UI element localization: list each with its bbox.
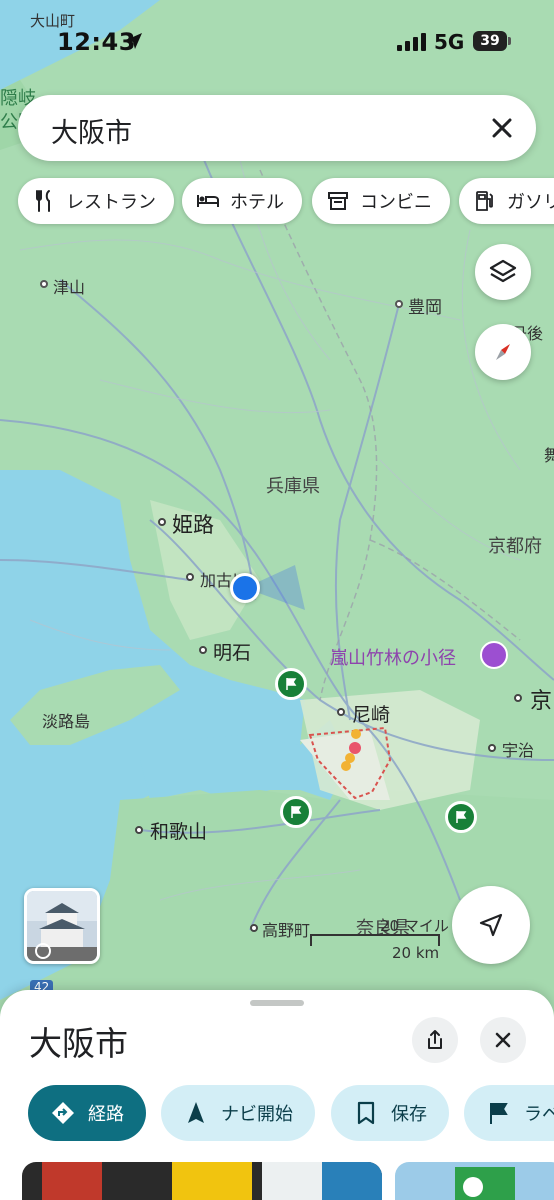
street-view-thumbnail[interactable] <box>24 888 100 964</box>
share-icon <box>428 1030 442 1049</box>
start-navigation-button[interactable]: ナビ開始 <box>161 1085 315 1141</box>
map-label-awaji: 淡路島 <box>42 712 91 731</box>
map-dot-amagasaki <box>337 708 345 716</box>
navigation-arrow-icon <box>188 1102 204 1123</box>
layers-button[interactable] <box>475 244 531 300</box>
chip-label: ホテル <box>230 192 284 213</box>
place-pin[interactable] <box>275 668 307 700</box>
map-dot-tsuyama <box>40 280 48 288</box>
save-label: 保存 <box>391 1104 427 1125</box>
map-label-kyoto-pref: 京都府 <box>488 536 542 557</box>
flag-icon <box>456 811 467 823</box>
chip-gas[interactable]: ガソリ <box>459 178 554 224</box>
category-chips: レストラン ホテル コンビニ ガソリ <box>0 178 554 226</box>
chip-hotel[interactable]: ホテル <box>182 178 302 224</box>
navigation-arrow-icon <box>479 913 503 937</box>
poi-icon[interactable] <box>480 641 508 669</box>
map-scale: 20 マイル 20 km <box>310 915 449 962</box>
flag-icon <box>490 1103 508 1124</box>
place-photo[interactable] <box>22 1162 382 1200</box>
place-sheet: 大阪市 経路 ナビ開始 保存 ラベ <box>0 990 554 1200</box>
map-label-akashi: 明石 <box>213 642 252 664</box>
map-dot-himeji <box>158 518 166 526</box>
place-pin[interactable] <box>280 796 312 828</box>
map-label-kyoto: 京 <box>530 689 553 714</box>
location-services-icon <box>126 33 142 49</box>
save-button[interactable]: 保存 <box>331 1085 449 1141</box>
search-bar[interactable]: 大阪市 <box>18 95 536 161</box>
map-dot-uji <box>488 744 496 752</box>
place-title: 大阪市 <box>29 1024 128 1063</box>
network-type: 5G <box>434 30 465 54</box>
label-button[interactable]: ラベ <box>464 1085 554 1141</box>
map-label-uji: 宇治 <box>502 741 535 760</box>
map-label-koya: 高野町 <box>262 921 311 940</box>
directions-icon <box>52 1102 74 1124</box>
chip-label: コンビニ <box>360 192 432 213</box>
search-query[interactable]: 大阪市 <box>51 111 132 150</box>
map-label-wakayama: 和歌山 <box>150 821 208 843</box>
compass-button[interactable] <box>475 324 531 380</box>
close-sheet-button[interactable] <box>480 1017 526 1063</box>
street-photo <box>395 1162 554 1200</box>
store-icon <box>328 192 348 210</box>
chip-label: レストラン <box>66 192 156 213</box>
close-icon[interactable] <box>488 114 516 142</box>
status-bar: 12:43 5G 39 <box>0 0 554 70</box>
map-dot-toyooka <box>395 300 403 308</box>
map-dot-koya <box>250 924 258 932</box>
map-dot-kakogawa <box>186 573 194 581</box>
map-label-hyogo: 兵庫県 <box>266 476 320 497</box>
place-pin[interactable] <box>445 801 477 833</box>
layers-icon <box>489 259 517 283</box>
battery-tip <box>508 37 511 45</box>
my-location-button[interactable] <box>452 886 530 964</box>
signal-icon <box>397 33 426 51</box>
label-label: ラベ <box>524 1104 554 1125</box>
directions-label: 経路 <box>88 1104 124 1125</box>
bed-icon <box>197 195 219 207</box>
street-photo <box>22 1162 382 1200</box>
scale-km: 20 km <box>392 944 440 962</box>
castle-photo <box>27 891 97 961</box>
chip-label: ガソリ <box>507 192 554 213</box>
share-button[interactable] <box>412 1017 458 1063</box>
chip-restaurant[interactable]: レストラン <box>18 178 174 224</box>
map-label-edge: 舞 <box>544 446 554 465</box>
place-photo[interactable] <box>395 1162 554 1200</box>
map-label-arashiyama[interactable]: 嵐山竹林の小径 <box>330 644 456 670</box>
current-location-dot <box>230 573 260 603</box>
flag-icon <box>286 678 297 690</box>
sheet-handle[interactable] <box>250 1000 304 1006</box>
fork-knife-icon <box>36 190 50 212</box>
map-label-tsuyama: 津山 <box>53 278 86 297</box>
gas-station-icon <box>476 191 493 211</box>
navigation-label: ナビ開始 <box>221 1104 293 1125</box>
map-label-himeji: 姫路 <box>172 513 214 537</box>
bookmark-icon <box>357 1101 375 1125</box>
map-dot-wakayama <box>135 826 143 834</box>
map-label-amagasaki: 尼崎 <box>352 704 391 726</box>
map-label-toyooka: 豊岡 <box>408 298 442 318</box>
close-icon <box>495 1032 511 1048</box>
map-dot-kyoto <box>514 694 522 702</box>
flag-icon <box>291 806 302 818</box>
directions-button[interactable]: 経路 <box>28 1085 146 1141</box>
scale-miles: 20 マイル <box>380 917 449 935</box>
map-dot-akashi <box>199 646 207 654</box>
compass-icon <box>496 344 510 360</box>
chip-convenience[interactable]: コンビニ <box>312 178 450 224</box>
battery-icon: 39 <box>473 31 507 51</box>
